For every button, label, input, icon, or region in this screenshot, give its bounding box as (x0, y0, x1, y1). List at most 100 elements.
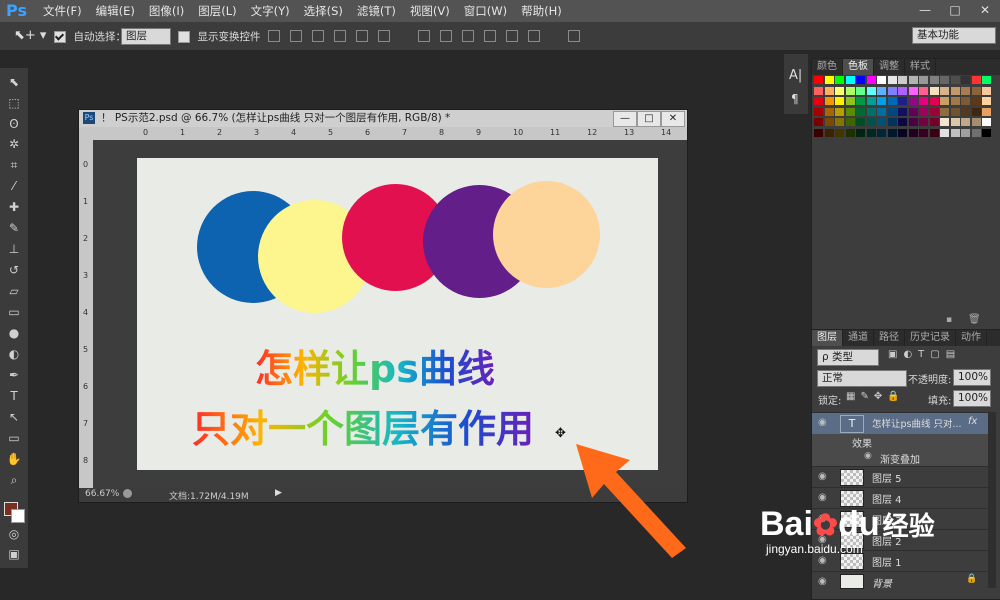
paragraph-panel-icon[interactable]: ¶ (791, 92, 799, 106)
auto-select-dropdown[interactable]: 图层 (121, 28, 171, 45)
path-select-tool-icon[interactable]: ↖ (5, 409, 23, 425)
color-swatch[interactable] (824, 97, 834, 105)
align-bottom-icon[interactable] (312, 30, 324, 42)
color-swatch[interactable] (929, 128, 939, 137)
blur-tool-icon[interactable]: ● (5, 325, 23, 341)
color-swatch[interactable] (835, 86, 844, 95)
new-swatch-icon[interactable]: ▪ (946, 315, 952, 325)
menu-help[interactable]: 帮助(H) (514, 0, 569, 22)
color-swatch[interactable] (887, 128, 897, 137)
align-top-icon[interactable] (268, 30, 280, 42)
color-swatch[interactable] (908, 97, 918, 105)
layer-row-background[interactable]: ◉ 背景 🔒 (812, 571, 990, 590)
color-swatch[interactable] (929, 107, 939, 116)
color-swatch[interactable] (898, 76, 907, 84)
color-swatch[interactable] (887, 97, 897, 105)
color-swatch[interactable] (982, 118, 991, 126)
stamp-tool-icon[interactable]: ⊥ (5, 241, 23, 257)
visibility-eye-icon[interactable]: ◉ (818, 576, 827, 587)
zoom-tool-icon[interactable]: ⌕ (5, 472, 23, 488)
color-swatch[interactable] (856, 128, 865, 137)
color-swatch[interactable] (866, 86, 876, 95)
color-swatch[interactable] (856, 86, 865, 95)
move-tool-preset-icon[interactable]: ⬉+ ▾ (14, 28, 46, 43)
color-swatch[interactable] (961, 128, 970, 137)
color-swatch[interactable] (835, 76, 844, 84)
color-swatch[interactable] (940, 86, 949, 95)
quick-mask-icon[interactable]: ◎ (5, 526, 23, 542)
magic-wand-tool-icon[interactable]: ✲ (5, 136, 23, 152)
tab-color[interactable]: 颜色 (812, 59, 843, 75)
color-swatch[interactable] (940, 76, 949, 84)
color-swatch[interactable] (814, 76, 823, 84)
menu-select[interactable]: 选择(S) (297, 0, 350, 22)
color-swatch[interactable] (929, 97, 939, 105)
color-swatch[interactable] (929, 76, 939, 84)
color-swatch[interactable] (877, 86, 886, 95)
lock-icons[interactable]: ▦✎✥🔒 (846, 391, 905, 402)
color-swatch[interactable] (866, 97, 876, 105)
healing-brush-tool-icon[interactable]: ✚ (5, 199, 23, 215)
menu-edit[interactable]: 编辑(E) (89, 0, 142, 22)
doc-close-button[interactable]: ✕ (661, 111, 685, 127)
distribute-hcenter-icon[interactable] (506, 30, 518, 42)
color-swatch[interactable] (971, 76, 981, 84)
color-swatch[interactable] (940, 107, 949, 116)
hand-tool-icon[interactable]: ✋ (5, 451, 23, 467)
color-swatch[interactable] (877, 107, 886, 116)
color-swatch[interactable] (919, 97, 928, 105)
color-swatch[interactable] (824, 107, 834, 116)
color-swatch[interactable] (898, 107, 907, 116)
distribute-top-icon[interactable] (418, 30, 430, 42)
color-swatch[interactable] (898, 97, 907, 105)
history-brush-tool-icon[interactable]: ↺ (5, 262, 23, 278)
blend-mode-dropdown[interactable]: 正常 (817, 370, 907, 387)
crop-tool-icon[interactable]: ⌗ (5, 157, 23, 173)
color-swatch[interactable] (866, 76, 876, 84)
fx-icon[interactable]: fx (968, 416, 977, 427)
gradient-tool-icon[interactable]: ▭ (5, 304, 23, 320)
menu-file[interactable]: 文件(F) (36, 0, 89, 22)
canvas[interactable]: 怎样让ps曲线 只对一个图层有作用 ✥ (137, 158, 658, 470)
color-swatch[interactable] (982, 107, 991, 116)
layer-row-text[interactable]: ◉ T 怎样让ps曲线 只对... fx (812, 412, 990, 435)
swatch-grid[interactable] (814, 76, 994, 140)
color-swatch[interactable] (866, 107, 876, 116)
visibility-eye-icon[interactable]: ◉ (818, 471, 827, 482)
tab-paths[interactable]: 路径 (874, 330, 905, 346)
eyedropper-tool-icon[interactable]: ⁄ (5, 178, 23, 194)
delete-swatch-icon[interactable]: 🗑 (968, 314, 981, 325)
color-swatch[interactable] (940, 97, 949, 105)
layer-filter-icons[interactable]: ▣◐T▢▤ (888, 349, 961, 360)
color-swatch[interactable] (887, 118, 897, 126)
show-transform-checkbox[interactable] (178, 31, 190, 43)
dodge-tool-icon[interactable]: ◐ (5, 346, 23, 362)
lasso-tool-icon[interactable]: ʘ (5, 116, 23, 132)
color-swatch[interactable] (877, 97, 886, 105)
distribute-right-icon[interactable] (528, 30, 540, 42)
color-swatch[interactable] (845, 86, 855, 95)
color-swatch[interactable] (961, 86, 970, 95)
color-swatch[interactable] (824, 128, 834, 137)
tab-actions[interactable]: 动作 (956, 330, 987, 346)
color-swatch[interactable] (982, 76, 991, 84)
color-swatch[interactable] (845, 97, 855, 105)
menu-view[interactable]: 视图(V) (403, 0, 457, 22)
layers-scrollbar[interactable] (988, 412, 996, 588)
color-swatch[interactable] (908, 86, 918, 95)
color-swatch[interactable] (877, 128, 886, 137)
eraser-tool-icon[interactable]: ▱ (5, 283, 23, 299)
character-panel-icon[interactable]: A| (789, 68, 802, 83)
ruler-origin[interactable] (79, 127, 93, 140)
visibility-eye-icon[interactable]: ◉ (818, 417, 827, 428)
color-swatch[interactable] (845, 107, 855, 116)
layer-filter-dropdown[interactable]: ρ 类型 (817, 349, 879, 366)
color-swatch[interactable] (856, 107, 865, 116)
color-swatch[interactable] (908, 76, 918, 84)
pen-tool-icon[interactable]: ✒ (5, 367, 23, 383)
effects-row[interactable]: 效果 (812, 434, 990, 450)
color-swatch[interactable] (919, 118, 928, 126)
color-swatch[interactable] (835, 128, 844, 137)
visibility-eye-icon[interactable]: ◉ (818, 555, 827, 566)
color-swatch[interactable] (866, 128, 876, 137)
